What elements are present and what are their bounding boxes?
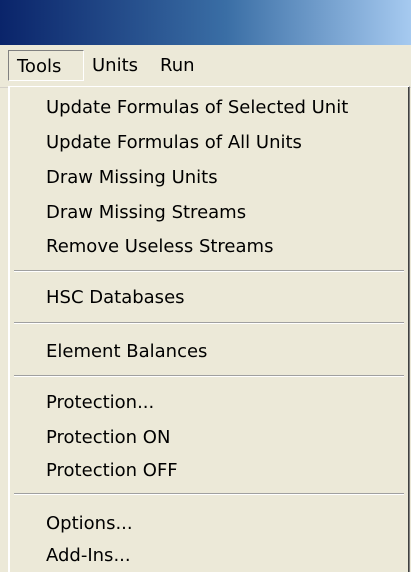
- menu-item-protection-on[interactable]: Protection ON: [10, 421, 408, 455]
- menu-separator: [14, 375, 404, 377]
- title-bar: [0, 0, 411, 45]
- menu-units[interactable]: Units: [84, 50, 150, 81]
- menu-separator: [14, 270, 404, 272]
- menu-item-draw-missing-streams[interactable]: Draw Missing Streams: [10, 196, 408, 230]
- menu-item-protection[interactable]: Protection...: [10, 386, 408, 420]
- menu-item-hsc-databases[interactable]: HSC Databases: [10, 281, 408, 315]
- application-window: Tools Units Run Update Formulas of Selec…: [0, 0, 411, 572]
- menu-item-element-balances[interactable]: Element Balances: [10, 335, 408, 369]
- menu-bar: Tools Units Run: [0, 45, 411, 88]
- menu-run[interactable]: Run: [152, 50, 212, 81]
- menu-item-update-formulas-selected-unit[interactable]: Update Formulas of Selected Unit: [10, 91, 408, 125]
- menu-separator: [14, 493, 404, 495]
- menu-item-protection-off[interactable]: Protection OFF: [10, 454, 408, 488]
- menu-item-remove-useless-streams[interactable]: Remove Useless Streams: [10, 230, 408, 264]
- menu-separator: [14, 322, 404, 324]
- tools-dropdown-menu: Update Formulas of Selected Unit Update …: [8, 86, 410, 572]
- menu-item-draw-missing-units[interactable]: Draw Missing Units: [10, 161, 408, 195]
- menu-item-options[interactable]: Options...: [10, 507, 408, 541]
- menu-item-update-formulas-all-units[interactable]: Update Formulas of All Units: [10, 126, 408, 160]
- menu-item-add-ins[interactable]: Add-Ins...: [10, 539, 408, 572]
- menu-tools[interactable]: Tools: [8, 50, 84, 81]
